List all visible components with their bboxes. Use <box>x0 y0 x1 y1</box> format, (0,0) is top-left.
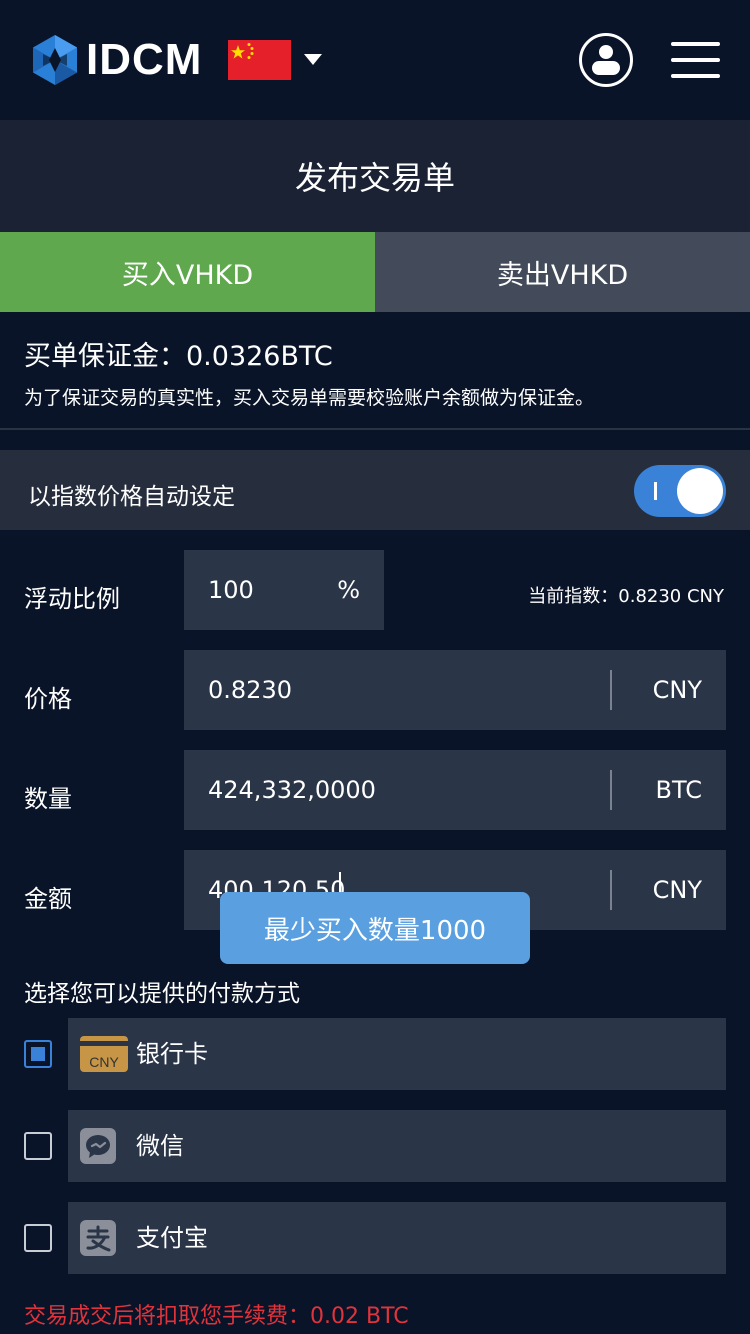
divider <box>0 428 750 430</box>
bank-card-icon-text: CNY <box>89 1054 119 1070</box>
price-unit: CNY <box>652 676 702 704</box>
user-icon-body <box>592 61 620 75</box>
user-icon-head <box>599 45 613 59</box>
min-quantity-toast: 最少买入数量1000 <box>220 892 530 964</box>
tab-sell[interactable]: 卖出VHKD <box>375 232 750 312</box>
toggle-knob <box>677 468 723 514</box>
field-separator <box>610 770 612 810</box>
float-ratio-input[interactable]: 100 % <box>184 550 384 630</box>
amount-label: 金额 <box>24 885 72 913</box>
idcm-logo[interactable]: IDCM <box>32 34 202 86</box>
alipay-checkbox[interactable] <box>24 1224 52 1252</box>
page-title-bar: 发布交易单 <box>0 120 750 232</box>
fee-notice: 交易成交后将扣取您手续费：0.02 BTC <box>24 1304 409 1329</box>
china-flag-icon[interactable] <box>228 40 291 80</box>
quantity-input[interactable]: 424,332,0000 BTC <box>184 750 726 830</box>
payment-methods-title: 选择您可以提供的付款方式 <box>24 981 300 1007</box>
float-ratio-value: 100 <box>208 576 254 604</box>
quantity-value: 424,332,0000 <box>208 776 376 804</box>
float-ratio-label: 浮动比例 <box>24 585 120 613</box>
payment-method-wechat[interactable]: 微信 <box>68 1110 726 1182</box>
current-index-text: 当前指数：0.8230 CNY <box>528 586 724 607</box>
price-label: 价格 <box>24 685 72 713</box>
trade-type-tabs: 买入VHKD 卖出VHKD <box>0 232 750 312</box>
hamburger-menu-icon[interactable] <box>671 42 720 78</box>
idcm-logo-icon <box>33 35 77 85</box>
quantity-label: 数量 <box>24 785 72 813</box>
page-title: 发布交易单 <box>294 159 455 197</box>
chevron-down-icon[interactable] <box>304 54 322 65</box>
payment-method-bank-card[interactable]: CNY 银行卡 <box>68 1018 726 1090</box>
auto-index-price-label: 以指数价格自动设定 <box>28 484 235 510</box>
quantity-unit: BTC <box>655 776 702 804</box>
bank-card-label: 银行卡 <box>136 1040 208 1068</box>
bank-card-checkbox[interactable] <box>24 1040 52 1068</box>
price-input[interactable]: 0.8230 CNY <box>184 650 726 730</box>
wechat-icon <box>80 1128 116 1164</box>
field-separator <box>610 870 612 910</box>
tab-buy[interactable]: 买入VHKD <box>0 232 375 312</box>
float-ratio-unit: % <box>337 576 360 604</box>
deposit-title: 买单保证金：0.0326BTC <box>24 341 333 372</box>
payment-method-alipay[interactable]: 支付宝 <box>68 1202 726 1274</box>
auto-index-price-row: 以指数价格自动设定 <box>0 450 750 530</box>
alipay-label: 支付宝 <box>136 1224 208 1252</box>
deposit-description: 为了保证交易的真实性，买入交易单需要校验账户余额做为保证金。 <box>24 387 595 409</box>
bank-card-icon: CNY <box>80 1036 128 1072</box>
alipay-icon <box>80 1220 116 1256</box>
user-account-button[interactable] <box>579 33 633 87</box>
auto-index-price-toggle[interactable] <box>634 465 726 517</box>
field-separator <box>610 670 612 710</box>
wechat-checkbox[interactable] <box>24 1132 52 1160</box>
wechat-label: 微信 <box>136 1132 184 1160</box>
toggle-on-indicator <box>654 482 657 500</box>
amount-unit: CNY <box>652 876 702 904</box>
logo-text: IDCM <box>86 35 203 84</box>
price-value: 0.8230 <box>208 676 292 704</box>
top-navbar: IDCM <box>0 0 750 120</box>
